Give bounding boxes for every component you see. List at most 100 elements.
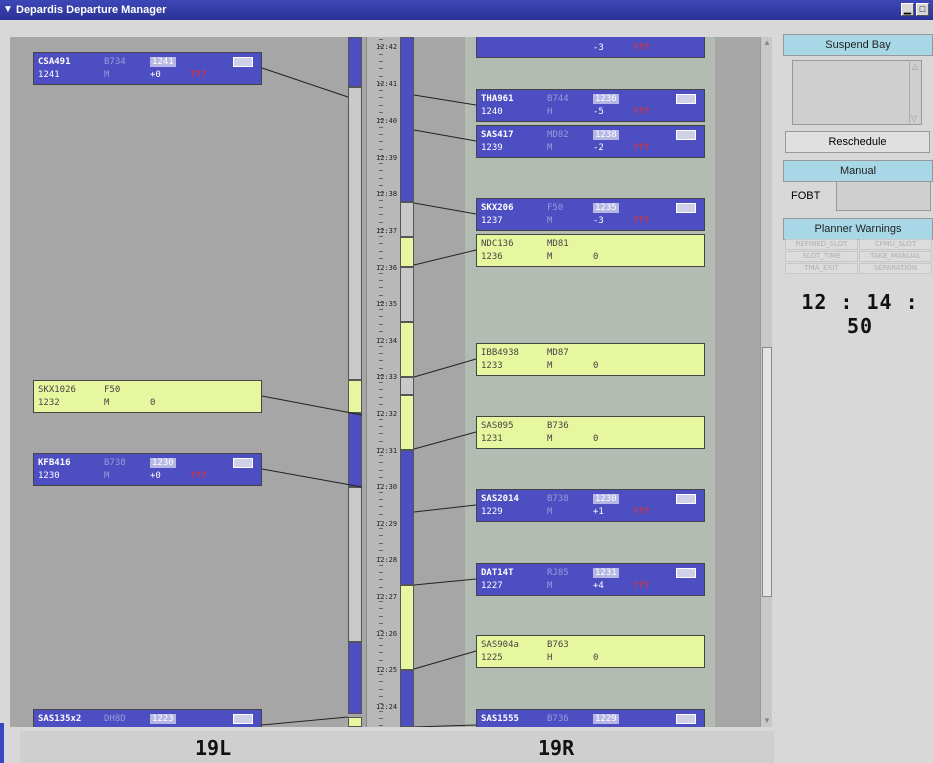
- chevron-down-icon[interactable]: ▽: [911, 114, 917, 123]
- suspend-bay-header: Suspend Bay: [783, 34, 933, 56]
- strip-time: 1229: [481, 507, 503, 517]
- occupancy-segment: [400, 585, 414, 670]
- strip-delta: -3: [593, 43, 604, 53]
- chevron-up-icon[interactable]: △: [910, 62, 920, 71]
- strip-wake-category: M: [547, 507, 553, 517]
- strip-delta: +1: [593, 507, 604, 517]
- reschedule-button[interactable]: Reschedule: [785, 131, 930, 153]
- flight-strip[interactable]: SAS417 MD82 1238 1239 M -2???: [476, 125, 705, 158]
- time-minor-tick: [379, 447, 383, 449]
- time-minor-tick: [379, 586, 383, 588]
- strip-wake-category: H: [547, 653, 553, 663]
- flight-strip[interactable]: NDC136 MD81 1236 M 0: [476, 234, 705, 267]
- occupancy-segment: [348, 642, 362, 714]
- time-minor-tick: [379, 119, 383, 121]
- scroll-up-icon[interactable]: ▲: [762, 38, 772, 48]
- time-minor-tick: [379, 199, 383, 201]
- strip-time: 1241: [38, 70, 60, 80]
- flight-strip[interactable]: THA961 B744 1236 1240 H -5???: [476, 89, 705, 122]
- flight-strip[interactable]: SKX1026 F50 1232 M 0: [33, 380, 262, 413]
- time-minor-tick: [379, 68, 383, 70]
- occupancy-segment: [400, 377, 414, 395]
- strip-aircraft-type: DH8D: [104, 714, 126, 724]
- strip-action-button[interactable]: [676, 203, 696, 213]
- strip-aircraft-type: B734: [104, 57, 126, 67]
- maximize-icon[interactable]: □: [916, 3, 929, 16]
- strip-delta: -3: [593, 216, 604, 226]
- flight-strip[interactable]: DAT14T RJ85 1231 1227 M +4???: [476, 563, 705, 596]
- strip-callsign: 1242: [481, 37, 547, 42]
- time-minor-tick: [379, 652, 383, 654]
- time-minor-tick: [379, 374, 383, 376]
- time-minor-tick: [379, 141, 383, 143]
- strip-row-1: SAS1555 B736 1229: [481, 714, 619, 726]
- strip-action-button[interactable]: [233, 714, 253, 724]
- time-minor-tick: [379, 214, 383, 216]
- flight-strip[interactable]: 1242M-3???: [476, 37, 705, 58]
- time-minor-tick: [379, 287, 383, 289]
- time-minor-tick: [379, 163, 383, 165]
- fobt-field[interactable]: [836, 181, 931, 211]
- strip-slot: 1230: [593, 494, 619, 504]
- time-minor-tick: [379, 550, 383, 551]
- window-menu-icon[interactable]: ▼: [3, 5, 13, 15]
- occupancy-segment: [348, 380, 362, 413]
- time-scale[interactable]: 12:42 12:41 12:40 12:39 12:38 12:37 12:36 12:35…: [366, 37, 404, 727]
- minimize-icon[interactable]: ▁: [901, 3, 914, 16]
- strip-action-button[interactable]: [676, 568, 696, 578]
- departure-timeline-area[interactable]: 12:42 12:41 12:40 12:39 12:38 12:37 12:36 12:35…: [10, 37, 760, 727]
- strip-time: 1237: [481, 216, 503, 226]
- planner-warnings-header: Planner Warnings: [783, 218, 933, 240]
- time-minor-tick: [379, 418, 383, 420]
- strip-callsign: IBB4938: [481, 348, 519, 358]
- time-minor-tick: [379, 681, 383, 683]
- strip-delta: +4: [593, 581, 604, 591]
- strip-action-button[interactable]: [233, 57, 253, 67]
- strip-callsign: SAS904a: [481, 640, 519, 650]
- time-minor-tick: [379, 498, 383, 500]
- time-minor-tick: [379, 520, 383, 522]
- flight-strip[interactable]: SAS095 B736 1231 M 0: [476, 416, 705, 449]
- warning-take-manual: TAKE_MANUAL: [859, 251, 932, 262]
- strip-delta: 0: [150, 398, 156, 408]
- strip-action-button[interactable]: [676, 494, 696, 504]
- time-minor-tick: [379, 206, 383, 208]
- time-minor-tick: [379, 367, 383, 369]
- strip-aircraft-type: RJ85: [547, 568, 569, 578]
- time-minor-tick: [379, 477, 383, 478]
- strip-action-button[interactable]: [676, 94, 696, 104]
- time-minor-tick: [379, 696, 383, 697]
- strip-aircraft-type: F50: [104, 385, 121, 395]
- time-minor-tick: [379, 615, 383, 617]
- flight-strip[interactable]: SAS1555 B736 1229: [476, 709, 705, 727]
- occupancy-segment: [400, 267, 414, 322]
- suspend-bay-scrollbar[interactable]: △ ▽: [909, 62, 920, 123]
- time-minor-tick: [379, 177, 383, 179]
- flight-strip[interactable]: SKX206 F50 1235 1237 M -3???: [476, 198, 705, 231]
- strip-aircraft-type: MD81: [547, 239, 569, 249]
- scroll-thumb[interactable]: [762, 347, 772, 597]
- time-tick-label: 12:40: [375, 117, 399, 125]
- strip-row-2: 1233 M 0: [481, 361, 633, 373]
- time-minor-tick: [379, 593, 383, 595]
- time-minor-tick: [379, 301, 383, 303]
- strip-delta: 0: [593, 434, 599, 444]
- time-minor-tick: [379, 104, 383, 106]
- flight-strip[interactable]: SAS904a B763 1225 H 0: [476, 635, 705, 668]
- strip-action-button[interactable]: [676, 130, 696, 140]
- strip-wake-category: M: [547, 143, 553, 153]
- strip-action-button[interactable]: [676, 714, 696, 724]
- suspend-bay-list[interactable]: △ ▽: [792, 60, 922, 125]
- strip-action-button[interactable]: [233, 458, 253, 468]
- flight-strip[interactable]: SAS135x2 DH8D 1223: [33, 709, 262, 727]
- flight-strip[interactable]: IBB4938 MD87 1233 M 0: [476, 343, 705, 376]
- flight-strip[interactable]: KFB416 B738 1230 1230 M +0???: [33, 453, 262, 486]
- strip-time: 1225: [481, 653, 503, 663]
- time-minor-tick: [379, 309, 383, 311]
- scroll-down-icon[interactable]: ▼: [762, 716, 772, 726]
- time-minor-tick: [379, 258, 383, 259]
- flight-strip[interactable]: CSA491 B734 1241 1241 M +0???: [33, 52, 262, 85]
- strip-time: 1233: [481, 361, 503, 371]
- vertical-scrollbar[interactable]: ▲ ▼: [760, 37, 772, 727]
- flight-strip[interactable]: SAS2014 B738 1230 1229 M +1???: [476, 489, 705, 522]
